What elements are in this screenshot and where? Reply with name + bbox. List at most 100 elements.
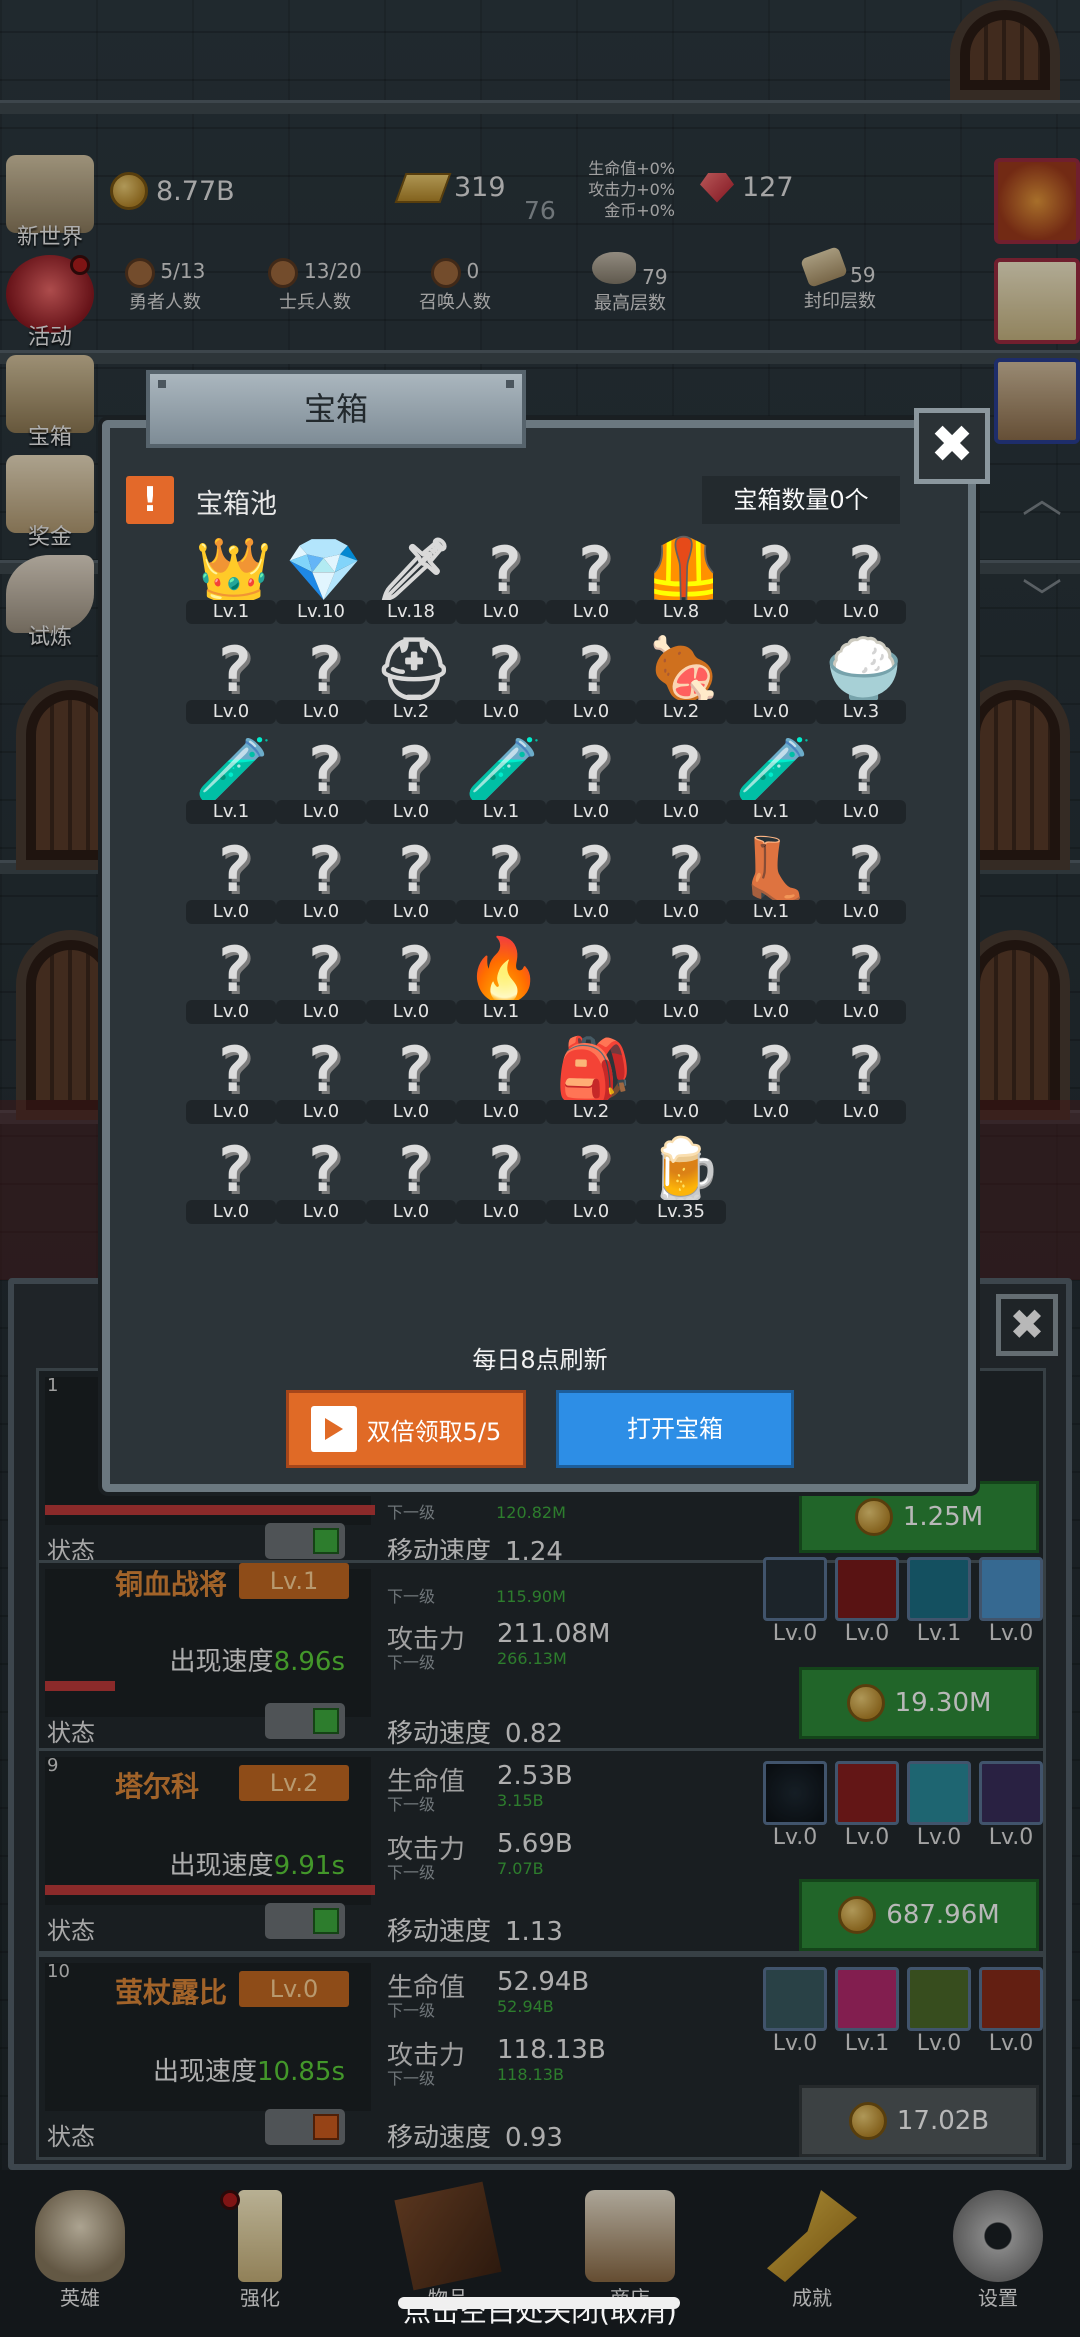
chest-item[interactable]: 🍖 Lv.2 [636, 636, 726, 724]
chest-item[interactable]: 🗡 Lv.18 [366, 536, 456, 624]
item-level: Lv.0 [456, 700, 546, 724]
chest-item[interactable]: 🧪 Lv.1 [186, 736, 276, 824]
double-claim-button[interactable]: 双倍领取5/5 [286, 1390, 526, 1468]
chest-item[interactable]: ? Lv.0 [546, 936, 636, 1024]
item-level: Lv.2 [366, 700, 456, 724]
chest-item[interactable]: ? Lv.0 [546, 736, 636, 824]
home-indicator[interactable] [398, 2297, 680, 2309]
chest-item[interactable]: ? Lv.0 [276, 836, 366, 924]
chest-item[interactable]: 🍺 Lv.35 [636, 1136, 726, 1224]
item-level: Lv.0 [186, 700, 276, 724]
chest-item[interactable]: ? Lv.0 [366, 936, 456, 1024]
item-level: Lv.1 [726, 800, 816, 824]
unknown-icon: ? [575, 633, 613, 706]
chest-item[interactable]: ? Lv.0 [456, 536, 546, 624]
chest-item[interactable]: ? Lv.0 [276, 936, 366, 1024]
unknown-icon: ? [665, 1033, 703, 1106]
chest-item[interactable]: ? Lv.0 [546, 636, 636, 724]
knight-helmet-icon: ⛑ [374, 633, 454, 706]
unknown-icon: ? [575, 833, 613, 906]
chest-item[interactable]: ? Lv.0 [186, 636, 276, 724]
item-level: Lv.0 [726, 1000, 816, 1024]
chest-item[interactable]: ? Lv.0 [726, 1036, 816, 1124]
chest-item[interactable]: ? Lv.0 [816, 1036, 906, 1124]
chest-item[interactable]: ? Lv.0 [186, 836, 276, 924]
close-hint: 点击空白处关闭(取消) [403, 2295, 677, 2328]
chest-item[interactable]: ? Lv.0 [276, 736, 366, 824]
unknown-icon: ? [575, 933, 613, 1006]
chest-item[interactable]: ? Lv.0 [816, 736, 906, 824]
chest-item[interactable]: ? Lv.0 [636, 836, 726, 924]
chest-item[interactable]: ? Lv.0 [546, 836, 636, 924]
item-level: Lv.0 [546, 700, 636, 724]
item-level: Lv.3 [816, 700, 906, 724]
chest-item[interactable]: ? Lv.0 [186, 936, 276, 1024]
item-level: Lv.0 [186, 1100, 276, 1124]
item-level: Lv.0 [276, 1000, 366, 1024]
item-level: Lv.0 [816, 1100, 906, 1124]
green-potion-icon: 🧪 [195, 733, 273, 806]
item-level: Lv.0 [546, 900, 636, 924]
item-level: Lv.0 [816, 600, 906, 624]
chest-item[interactable]: ⛑ Lv.2 [366, 636, 456, 724]
chest-item[interactable]: ? Lv.0 [546, 1136, 636, 1224]
item-level: Lv.35 [636, 1200, 726, 1224]
chest-item[interactable]: 👢 Lv.1 [726, 836, 816, 924]
item-level: Lv.0 [276, 800, 366, 824]
chest-item[interactable]: ? Lv.0 [636, 736, 726, 824]
unknown-icon: ? [755, 933, 793, 1006]
open-chest-button[interactable]: 打开宝箱 [556, 1390, 794, 1468]
chest-item[interactable]: ? Lv.0 [816, 536, 906, 624]
item-level: Lv.0 [366, 1000, 456, 1024]
chest-item[interactable]: 🎒 Lv.2 [546, 1036, 636, 1124]
chest-item[interactable]: ? Lv.0 [276, 636, 366, 724]
chest-item[interactable]: ? Lv.0 [276, 1036, 366, 1124]
chest-item[interactable]: 🔥 Lv.1 [456, 936, 546, 1024]
chest-item[interactable]: ? Lv.0 [816, 836, 906, 924]
unknown-icon: ? [395, 833, 433, 906]
chest-item[interactable]: ? Lv.0 [186, 1136, 276, 1224]
chest-item[interactable]: ? Lv.0 [366, 1136, 456, 1224]
chest-item[interactable]: 👑 Lv.1 [186, 536, 276, 624]
chest-item[interactable]: 🍚 Lv.3 [816, 636, 906, 724]
item-level: Lv.0 [546, 600, 636, 624]
unknown-icon: ? [305, 1133, 343, 1206]
chest-item[interactable]: ? Lv.0 [456, 636, 546, 724]
beer-mug-icon: 🍺 [645, 1133, 723, 1206]
chest-item[interactable]: ? Lv.0 [276, 1136, 366, 1224]
item-level: Lv.8 [636, 600, 726, 624]
chest-item[interactable]: 🦺 Lv.8 [636, 536, 726, 624]
unknown-icon: ? [215, 833, 253, 906]
chest-item[interactable]: ? Lv.0 [366, 736, 456, 824]
chest-item[interactable]: ? Lv.0 [456, 836, 546, 924]
close-icon[interactable]: ✖ [914, 408, 990, 484]
unknown-icon: ? [755, 633, 793, 706]
item-level: Lv.10 [276, 600, 366, 624]
chest-item[interactable]: ? Lv.0 [546, 536, 636, 624]
item-level: Lv.0 [186, 1200, 276, 1224]
chest-item[interactable]: ? Lv.0 [726, 636, 816, 724]
item-level: Lv.0 [636, 800, 726, 824]
chest-item[interactable]: 🧪 Lv.1 [456, 736, 546, 824]
chest-item[interactable]: ? Lv.0 [816, 936, 906, 1024]
chest-item[interactable]: ? Lv.0 [456, 1036, 546, 1124]
chest-item[interactable]: 💎 Lv.10 [276, 536, 366, 624]
item-level: Lv.0 [816, 1000, 906, 1024]
blue-potion-icon: 🧪 [735, 733, 813, 806]
chest-item[interactable]: ? Lv.0 [636, 936, 726, 1024]
chest-item[interactable]: ? Lv.0 [186, 1036, 276, 1124]
unknown-icon: ? [395, 1033, 433, 1106]
chest-item[interactable]: 🧪 Lv.1 [726, 736, 816, 824]
chest-item[interactable]: ? Lv.0 [366, 836, 456, 924]
chest-item[interactable]: ? Lv.0 [636, 1036, 726, 1124]
chest-item[interactable]: ? Lv.0 [456, 1136, 546, 1224]
refresh-text: 每日8点刷新 [472, 1346, 608, 1374]
chest-item[interactable]: ? Lv.0 [366, 1036, 456, 1124]
boots-icon: 👢 [735, 833, 813, 906]
chest-item[interactable]: ? Lv.0 [726, 936, 816, 1024]
unknown-icon: ? [395, 733, 433, 806]
item-level: Lv.0 [456, 1100, 546, 1124]
chest-item[interactable]: ? Lv.0 [726, 536, 816, 624]
rice-bowl-icon: 🍚 [825, 633, 903, 706]
chest-pool-header: ! 宝箱池 宝箱数量0个 [122, 472, 902, 528]
